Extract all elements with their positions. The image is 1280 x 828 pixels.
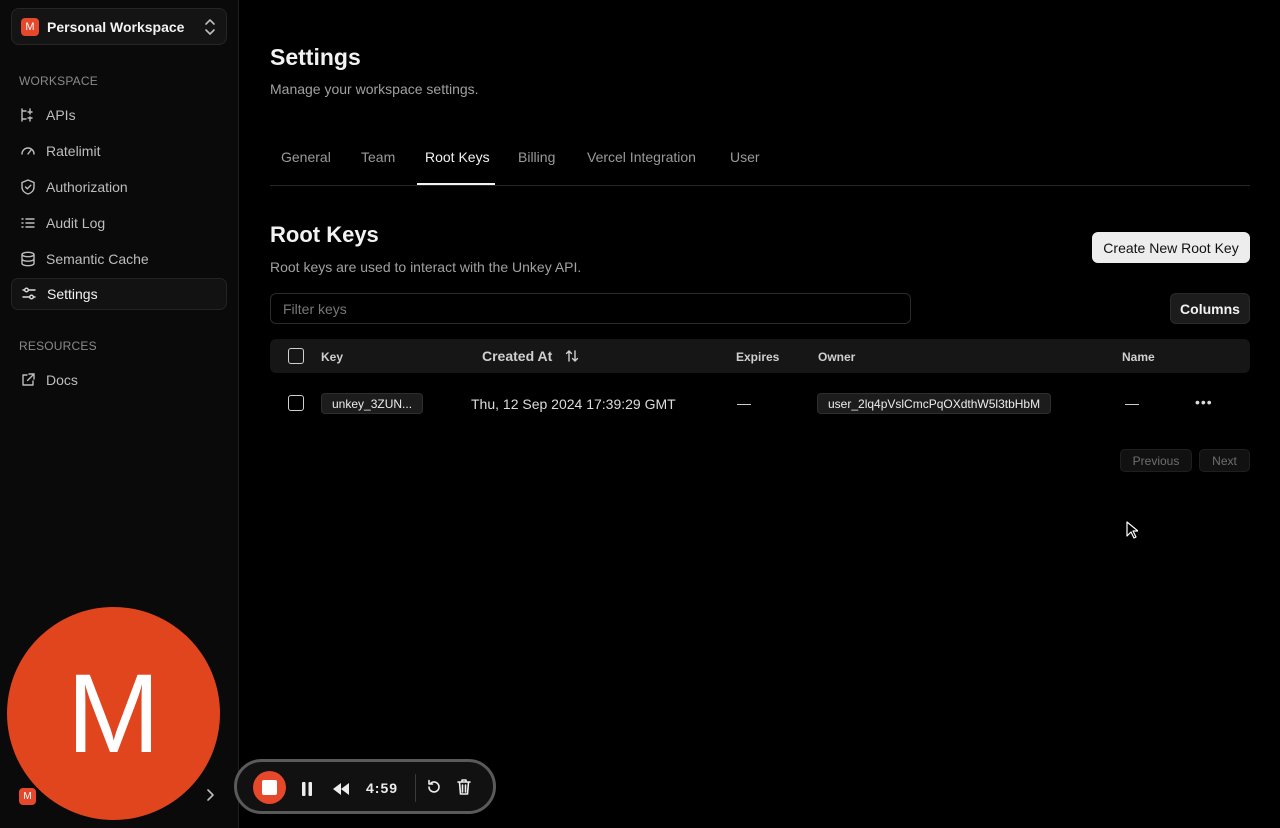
camera-avatar-bubble[interactable]: M xyxy=(7,607,220,820)
stop-icon xyxy=(262,780,277,795)
section-subtitle: Root keys are used to interact with the … xyxy=(270,259,582,275)
settings-tabs: General Team Root Keys Billing Vercel In… xyxy=(270,140,1250,186)
active-tab-indicator xyxy=(417,183,495,185)
column-header-expires: Expires xyxy=(736,350,780,364)
table-header: Key Created At Expires Owner Name xyxy=(270,339,1250,373)
database-icon xyxy=(21,251,35,267)
tab-team[interactable]: Team xyxy=(361,149,395,165)
sidebar-item-label: Semantic Cache xyxy=(46,251,149,267)
name-cell: — xyxy=(1125,395,1139,411)
stop-recording-button[interactable] xyxy=(253,771,286,804)
sidebar-item-label: Authorization xyxy=(46,179,128,195)
user-avatar: M xyxy=(19,787,36,805)
filter-keys-input[interactable] xyxy=(270,293,911,324)
section-title: Root Keys xyxy=(270,222,379,247)
next-page-button[interactable]: Next xyxy=(1199,449,1250,472)
sidebar-item-apis[interactable]: APIs xyxy=(11,99,227,131)
mouse-cursor-icon xyxy=(1126,521,1138,539)
shield-check-icon xyxy=(21,179,35,195)
column-header-name: Name xyxy=(1122,350,1155,364)
tab-vercel-integration[interactable]: Vercel Integration xyxy=(587,149,696,165)
tab-root-keys[interactable]: Root Keys xyxy=(425,149,490,165)
sidebar-item-authorization[interactable]: Authorization xyxy=(11,171,227,203)
sidebar-item-ratelimit[interactable]: Ratelimit xyxy=(11,135,227,167)
sidebar-item-label: Audit Log xyxy=(46,215,106,231)
create-root-key-button[interactable]: Create New Root Key xyxy=(1092,232,1250,263)
column-header-key: Key xyxy=(321,350,344,364)
sidebar-item-label: Docs xyxy=(46,372,78,388)
recording-timer: 4:59 xyxy=(366,780,399,796)
row-checkbox[interactable] xyxy=(288,395,304,411)
sidebar-item-docs[interactable]: Docs xyxy=(11,364,227,396)
gauge-icon xyxy=(21,147,35,155)
sidebar-item-settings[interactable]: Settings xyxy=(11,278,227,310)
table-row[interactable]: unkey_3ZUN... Thu, 12 Sep 2024 17:39:29 … xyxy=(270,385,1250,421)
owner-chip[interactable]: user_2lq4pVslCmcPqOXdthW5l3tbHbM xyxy=(817,393,1052,414)
tab-general[interactable]: General xyxy=(281,149,331,165)
workspace-name: Personal Workspace xyxy=(47,18,185,35)
row-actions-button[interactable]: ••• xyxy=(1195,395,1213,409)
chevron-right-icon xyxy=(207,789,214,801)
trash-icon[interactable] xyxy=(455,777,473,797)
tab-billing[interactable]: Billing xyxy=(518,149,555,165)
list-icon xyxy=(21,218,35,228)
created-at-cell: Thu, 12 Sep 2024 17:39:29 GMT xyxy=(471,396,676,412)
column-header-owner: Owner xyxy=(818,350,856,364)
sidebar-item-audit-log[interactable]: Audit Log xyxy=(11,207,227,239)
sidebar-item-label: Ratelimit xyxy=(46,143,101,159)
key-chip[interactable]: unkey_3ZUN... xyxy=(321,393,424,414)
sidebar-item-label: Settings xyxy=(47,286,98,302)
workspace-avatar: M xyxy=(21,17,39,36)
external-link-icon xyxy=(22,373,35,386)
recording-controls: 4:59 xyxy=(234,759,496,814)
restart-icon[interactable] xyxy=(425,778,443,796)
sidebar-item-semantic-cache[interactable]: Semantic Cache xyxy=(11,243,227,275)
expires-cell: — xyxy=(737,395,751,411)
chevron-up-down-icon xyxy=(205,18,215,35)
select-all-checkbox[interactable] xyxy=(288,348,304,364)
main-content: Settings Manage your workspace settings.… xyxy=(240,0,1280,828)
pause-icon[interactable] xyxy=(300,781,314,797)
columns-button[interactable]: Columns xyxy=(1170,293,1250,324)
page-title: Settings xyxy=(270,44,361,70)
divider xyxy=(415,774,416,802)
workspace-section-label: WORKSPACE xyxy=(19,74,98,88)
apis-icon xyxy=(21,108,33,122)
sort-arrows-icon[interactable] xyxy=(564,348,580,364)
resources-section-label: RESOURCES xyxy=(19,339,97,353)
page-subtitle: Manage your workspace settings. xyxy=(270,81,479,97)
tab-user[interactable]: User xyxy=(730,149,760,165)
previous-page-button[interactable]: Previous xyxy=(1120,449,1192,472)
column-header-created-at[interactable]: Created At xyxy=(482,348,552,364)
workspace-switcher[interactable]: M Personal Workspace xyxy=(11,8,227,45)
sidebar-item-label: APIs xyxy=(46,107,76,123)
rewind-icon[interactable] xyxy=(331,781,351,797)
settings-sliders-icon xyxy=(22,287,36,300)
